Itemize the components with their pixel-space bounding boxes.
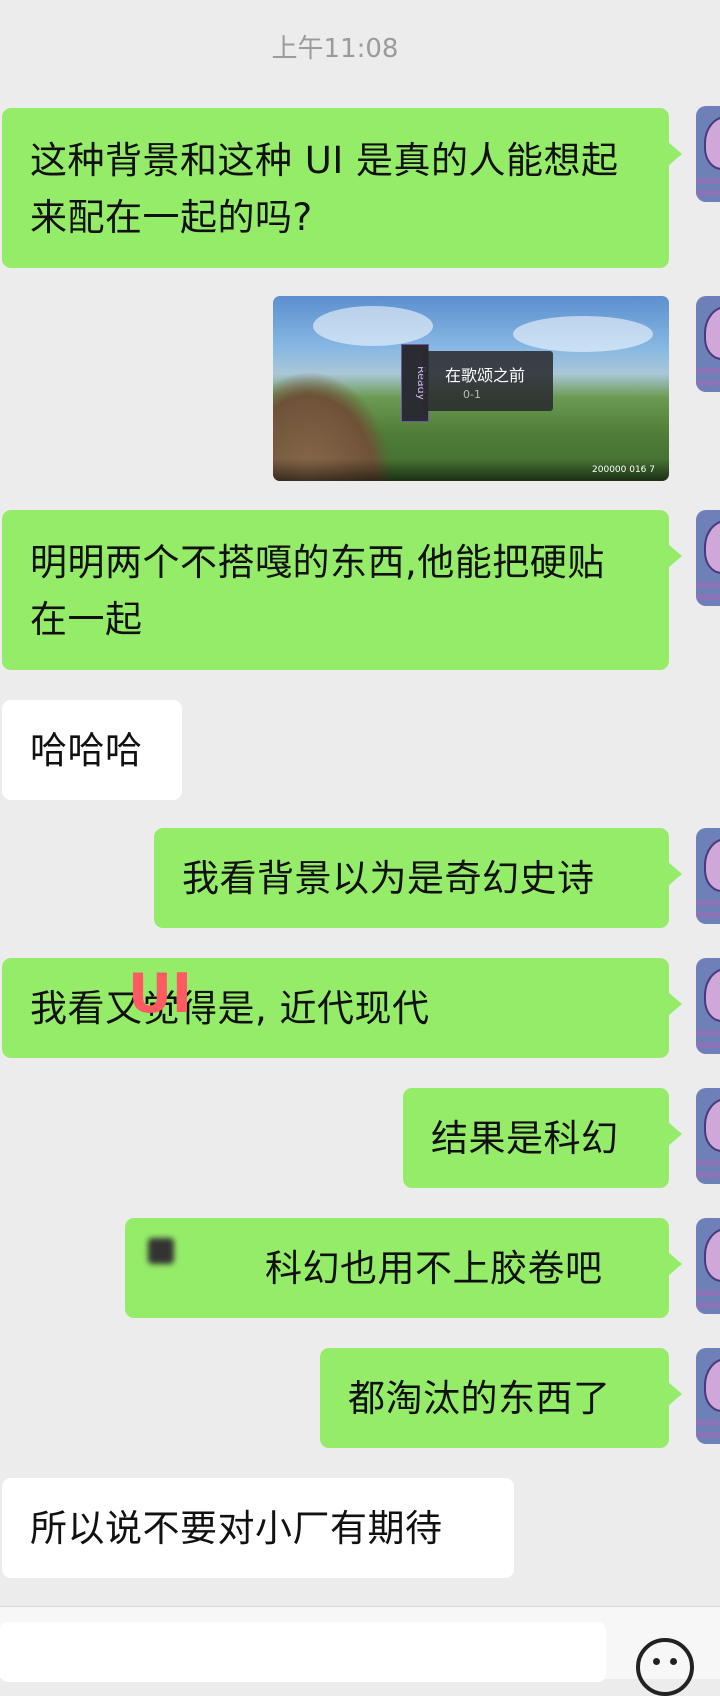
message-text: 我看又觉得是, 近代现代 <box>30 987 430 1030</box>
message-bubble[interactable]: 哈哈哈 <box>2 700 182 800</box>
message-bubble[interactable]: 这种背景和这种 UI 是真的人能想起来配在一起的吗? <box>2 108 682 268</box>
image-hud-text: 200000 016 7 <box>592 465 655 475</box>
image-message[interactable]: Ready 在歌颂之前 0-1 200000 016 7 <box>273 296 669 481</box>
message-input[interactable] <box>0 1622 606 1682</box>
message-bubble[interactable]: 科幻也用不上胶卷吧 <box>125 1218 682 1318</box>
avatar[interactable] <box>696 296 720 392</box>
avatar[interactable] <box>696 828 720 924</box>
avatar[interactable] <box>696 510 720 606</box>
message-bubble[interactable]: 我看又觉得是, 近代现代 <box>2 958 682 1058</box>
avatar[interactable] <box>696 1348 720 1444</box>
message-bubble[interactable]: 都淘汰的东西了 <box>320 1348 682 1448</box>
image-title-text: 在歌颂之前 <box>445 366 526 385</box>
message-bubble[interactable]: 结果是科幻 <box>403 1088 682 1188</box>
overlay-sticker-text: UI <box>128 962 192 1025</box>
message-text: 都淘汰的东西了 <box>348 1377 611 1420</box>
message-text: 所以说不要对小厂有期待 <box>30 1507 443 1550</box>
message-text: 哈哈哈 <box>30 729 143 772</box>
avatar[interactable] <box>696 1218 720 1314</box>
message-bubble[interactable]: 我看背景以为是奇幻史诗 <box>154 828 682 928</box>
message-text: 科幻也用不上胶卷吧 <box>265 1247 603 1290</box>
message-text: 明明两个不搭嘎的东西,他能把硬贴在一起 <box>30 541 605 642</box>
chat-timestamp: 上午11:08 <box>271 34 399 64</box>
message-bubble[interactable]: 明明两个不搭嘎的东西,他能把硬贴在一起 <box>2 510 682 670</box>
avatar[interactable] <box>696 106 720 202</box>
emoji-icon[interactable] <box>636 1638 694 1696</box>
message-text: 我看背景以为是奇幻史诗 <box>182 857 595 900</box>
message-text: 结果是科幻 <box>431 1117 619 1160</box>
message-bubble[interactable]: 所以说不要对小厂有期待 <box>2 1478 514 1578</box>
redacted-mark <box>148 1238 174 1264</box>
avatar[interactable] <box>696 1088 720 1184</box>
image-subtitle-text: 0-1 <box>463 388 481 401</box>
avatar[interactable] <box>696 958 720 1054</box>
message-text: 这种背景和这种 UI 是真的人能想起来配在一起的吗? <box>30 139 619 240</box>
